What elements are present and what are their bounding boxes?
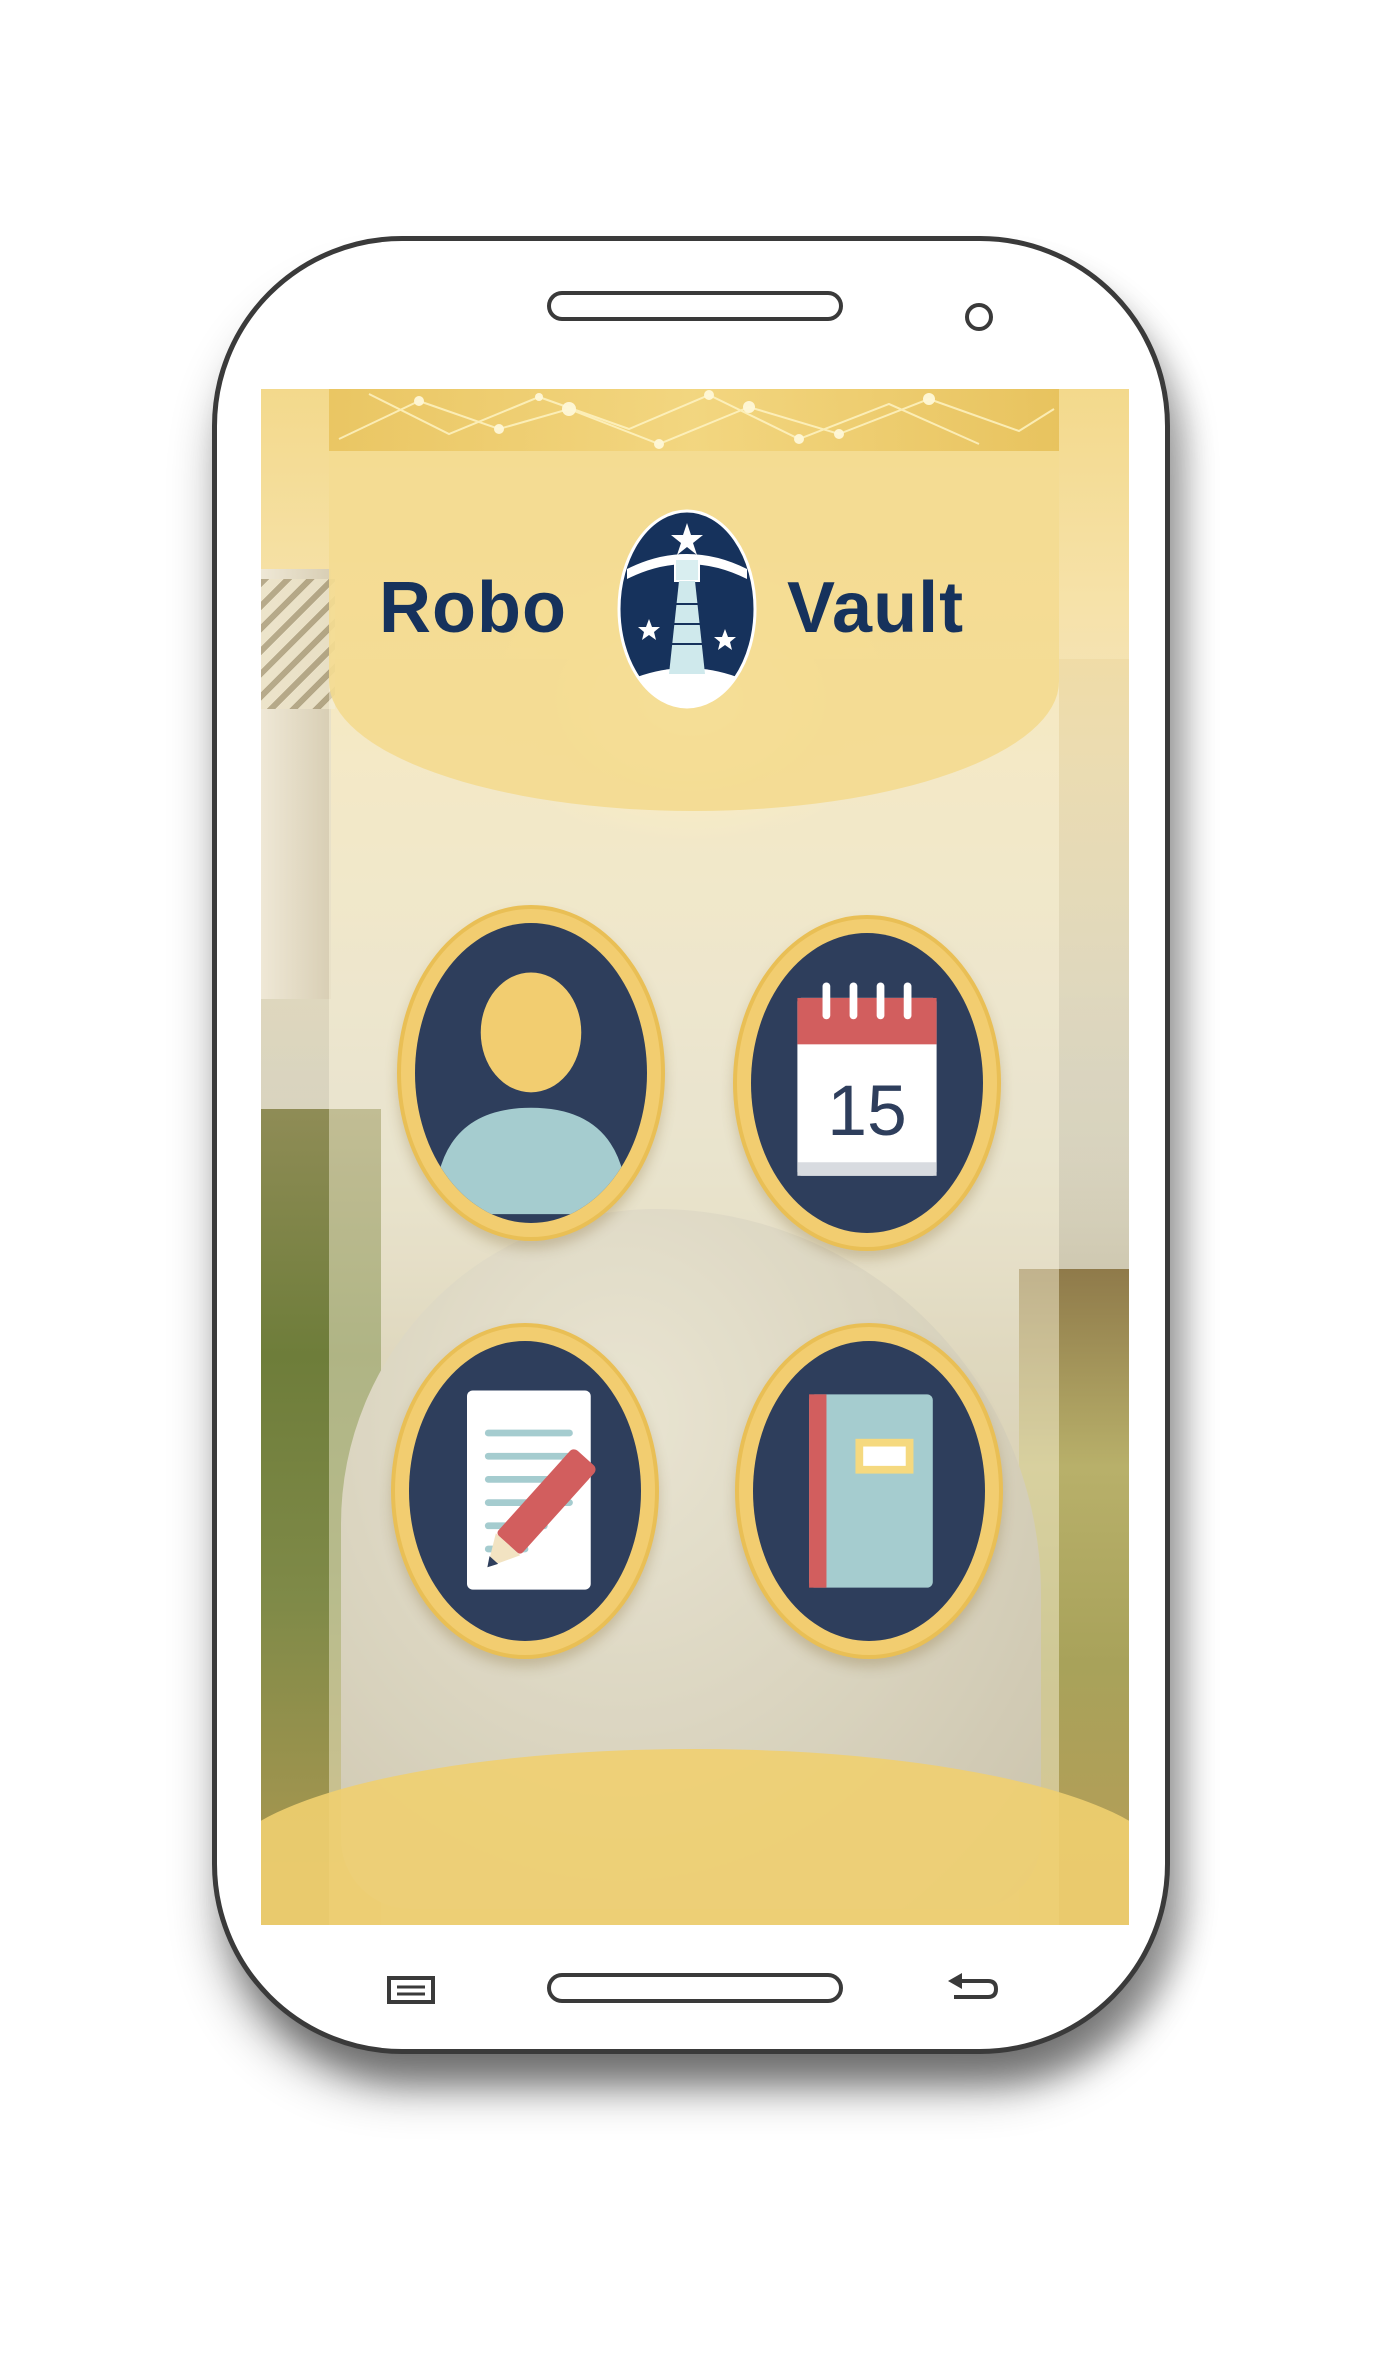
calendar-icon: 15	[797, 982, 937, 1176]
phone-frame: Robo Vault 15	[212, 236, 1170, 2054]
calendar-tile-face: 15	[751, 933, 983, 1233]
journal-tile-face	[753, 1341, 985, 1641]
profile-tile-face	[415, 923, 647, 1223]
earpiece-speaker	[547, 291, 843, 321]
logo-text-left: Robo	[379, 568, 567, 648]
calendar-tile-button[interactable]: 15	[733, 915, 1001, 1251]
profile-tile-button[interactable]	[397, 905, 665, 1241]
notes-tile-button[interactable]	[391, 1323, 659, 1659]
home-button[interactable]	[547, 1973, 843, 2003]
notebook-icon	[809, 1394, 933, 1588]
notes-tile-face	[409, 1341, 641, 1641]
user-profile-icon	[434, 972, 628, 1215]
app-logo: Robo Vault	[379, 509, 1009, 709]
network-pattern	[338, 390, 1055, 449]
journal-tile-button[interactable]	[735, 1323, 1003, 1659]
app-screen: Robo Vault 15	[261, 389, 1129, 1925]
menu-key-icon[interactable]	[387, 1976, 435, 2004]
logo-text-right: Vault	[787, 568, 965, 648]
note-pencil-icon	[467, 1390, 596, 1590]
back-key-icon[interactable]	[944, 1971, 1000, 2007]
lighthouse-logo-icon	[617, 509, 757, 709]
calendar-day-label: 15	[827, 1071, 907, 1151]
front-camera	[965, 303, 993, 331]
background-lighthouse-lantern	[261, 579, 335, 709]
